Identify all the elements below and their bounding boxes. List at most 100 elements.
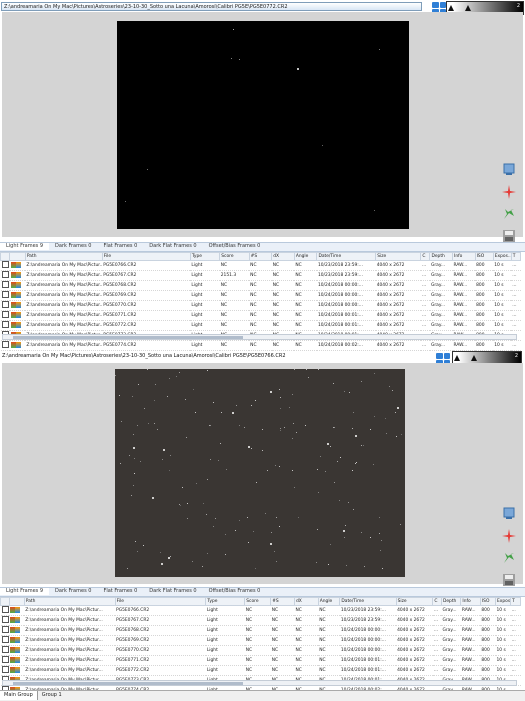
table-row[interactable]: Z:\andreamaria On My Mac\Pictur...PG5E07… xyxy=(0,320,521,331)
row-checkbox[interactable] xyxy=(1,341,9,348)
column-header[interactable]: Date/Time xyxy=(339,597,397,606)
midtone-handle[interactable] xyxy=(471,355,477,361)
satellite-icon[interactable] xyxy=(501,206,517,222)
column-header[interactable] xyxy=(0,252,11,261)
table-row[interactable]: Z:\andreamaria On My Mac\Pictur...PG5E07… xyxy=(0,270,521,281)
column-header[interactable]: Depth xyxy=(429,252,454,261)
column-header[interactable]: Angle xyxy=(317,597,341,606)
star xyxy=(195,412,196,413)
column-header[interactable]: File xyxy=(114,597,207,606)
column-header[interactable]: Path xyxy=(24,252,103,261)
bottom-horizontal-scrollbar[interactable] xyxy=(2,680,517,686)
column-header[interactable]: Depth xyxy=(440,597,462,606)
row-checkbox[interactable] xyxy=(1,656,9,663)
bottom-image-viewer[interactable] xyxy=(2,363,523,586)
table-row[interactable]: Z:\andreamaria On My Mac\Pictur...PG5E07… xyxy=(0,635,521,646)
tab-flat-frames[interactable]: Flat Frames 0 xyxy=(97,588,143,595)
table-row[interactable]: Z:\andreamaria On My Mac\Pictur...PG5E07… xyxy=(0,310,521,321)
table-row[interactable]: Z:\andreamaria On My Mac\Pictur...PG5E07… xyxy=(0,605,521,616)
tab-main-group[interactable]: Main Group xyxy=(0,691,38,700)
image-thumbnail-icon xyxy=(15,646,21,653)
table-row[interactable]: Z:\andreamaria On My Mac\Pictur...PG5E07… xyxy=(0,280,521,291)
table-row[interactable]: Z:\andreamaria On My Mac\Pictur...PG5E07… xyxy=(0,340,521,351)
table-cell: PG5E0768.CR2 xyxy=(102,280,191,291)
top-horizontal-scrollbar[interactable] xyxy=(2,334,517,340)
column-header[interactable]: Score xyxy=(219,252,250,261)
row-checkbox[interactable] xyxy=(1,606,9,613)
zoom-icon[interactable] xyxy=(501,506,517,522)
top-image-viewer[interactable] xyxy=(2,12,523,242)
column-header[interactable]: dX xyxy=(293,597,319,606)
crosshair-icon[interactable] xyxy=(501,184,517,200)
column-header[interactable]: ISO xyxy=(474,252,494,261)
column-header[interactable]: Expos... xyxy=(492,252,512,261)
tab-group-1[interactable]: Group 1 xyxy=(38,691,66,700)
row-checkbox[interactable] xyxy=(1,626,9,633)
black-point-handle[interactable] xyxy=(454,355,460,361)
column-header[interactable]: Type xyxy=(205,597,246,606)
tab-dark-frames[interactable]: Dark Frames 0 xyxy=(49,243,97,250)
tab-flat-frames[interactable]: Flat Frames 0 xyxy=(97,243,143,250)
row-checkbox[interactable] xyxy=(1,311,9,318)
column-header[interactable]: Size xyxy=(375,252,422,261)
row-checkbox[interactable] xyxy=(1,291,9,298)
top-star-image[interactable] xyxy=(117,21,409,229)
tab-bias-frames[interactable]: Offset/Bias Frames 0 xyxy=(203,243,267,250)
black-point-handle[interactable] xyxy=(448,5,454,11)
column-header[interactable]: C xyxy=(432,597,442,606)
satellite-icon[interactable] xyxy=(501,550,517,566)
table-row[interactable]: Z:\andreamaria On My Mac\Pictur...PG5E07… xyxy=(0,665,521,676)
column-header[interactable] xyxy=(8,597,25,606)
row-checkbox[interactable] xyxy=(1,666,9,673)
midtone-handle[interactable] xyxy=(465,5,471,11)
row-checkbox[interactable] xyxy=(1,636,9,643)
column-header[interactable]: Expos... xyxy=(494,597,512,606)
column-header[interactable]: Size xyxy=(395,597,434,606)
column-header[interactable]: #S xyxy=(248,252,273,261)
crosshair-icon[interactable] xyxy=(501,528,517,544)
table-cell: 10 s xyxy=(493,320,512,331)
row-checkbox[interactable] xyxy=(1,616,9,623)
column-header[interactable]: Type xyxy=(189,252,221,261)
tab-light-frames[interactable]: Light Frames 9 xyxy=(0,588,50,595)
column-header[interactable]: Path xyxy=(23,597,116,606)
table-row[interactable]: Z:\andreamaria On My Mac\Pictur...PG5E07… xyxy=(0,625,521,636)
column-header[interactable]: C xyxy=(420,252,431,261)
tab-light-frames[interactable]: Light Frames 9 xyxy=(0,243,50,250)
tab-bias-frames[interactable]: Offset/Bias Frames 0 xyxy=(203,588,267,595)
column-header[interactable]: T xyxy=(510,597,521,606)
column-header[interactable]: #S xyxy=(270,597,295,606)
table-cell: NC xyxy=(294,615,319,626)
column-header[interactable]: Info xyxy=(460,597,481,606)
row-checkbox[interactable] xyxy=(1,271,9,278)
column-header[interactable] xyxy=(9,252,26,261)
row-checkbox[interactable] xyxy=(1,261,9,268)
table-row[interactable]: Z:\andreamaria On My Mac\Pictur...PG5E07… xyxy=(0,260,521,271)
table-cell: 800 xyxy=(475,270,494,281)
column-header[interactable]: T xyxy=(510,252,522,261)
zoom-icon[interactable] xyxy=(501,162,517,178)
column-header[interactable] xyxy=(0,597,10,606)
column-header[interactable]: dX xyxy=(271,252,295,261)
row-checkbox[interactable] xyxy=(1,301,9,308)
table-row[interactable]: Z:\andreamaria On My Mac\Pictur...PG5E07… xyxy=(0,645,521,656)
column-header[interactable]: Angle xyxy=(293,252,318,261)
tab-dark-flat-frames[interactable]: Dark Flat Frames 0 xyxy=(143,588,202,595)
tab-dark-frames[interactable]: Dark Frames 0 xyxy=(49,588,97,595)
save-icon[interactable] xyxy=(501,572,517,588)
column-header[interactable]: Score xyxy=(244,597,272,606)
table-row[interactable]: Z:\andreamaria On My Mac\Pictur...PG5E07… xyxy=(0,300,521,311)
row-checkbox[interactable] xyxy=(1,646,9,653)
bottom-star-image[interactable] xyxy=(115,369,405,577)
star xyxy=(297,68,299,70)
row-checkbox[interactable] xyxy=(1,321,9,328)
table-row[interactable]: Z:\andreamaria On My Mac\Pictur...PG5E07… xyxy=(0,615,521,626)
column-header[interactable]: ISO xyxy=(479,597,497,606)
table-row[interactable]: Z:\andreamaria On My Mac\Pictur...PG5E07… xyxy=(0,655,521,666)
table-row[interactable]: Z:\andreamaria On My Mac\Pictur...PG5E07… xyxy=(0,290,521,301)
column-header[interactable]: Info xyxy=(452,252,476,261)
column-header[interactable]: Date/Time xyxy=(316,252,377,261)
column-header[interactable]: File xyxy=(101,252,191,261)
row-checkbox[interactable] xyxy=(1,281,9,288)
tab-dark-flat-frames[interactable]: Dark Flat Frames 0 xyxy=(143,243,202,250)
